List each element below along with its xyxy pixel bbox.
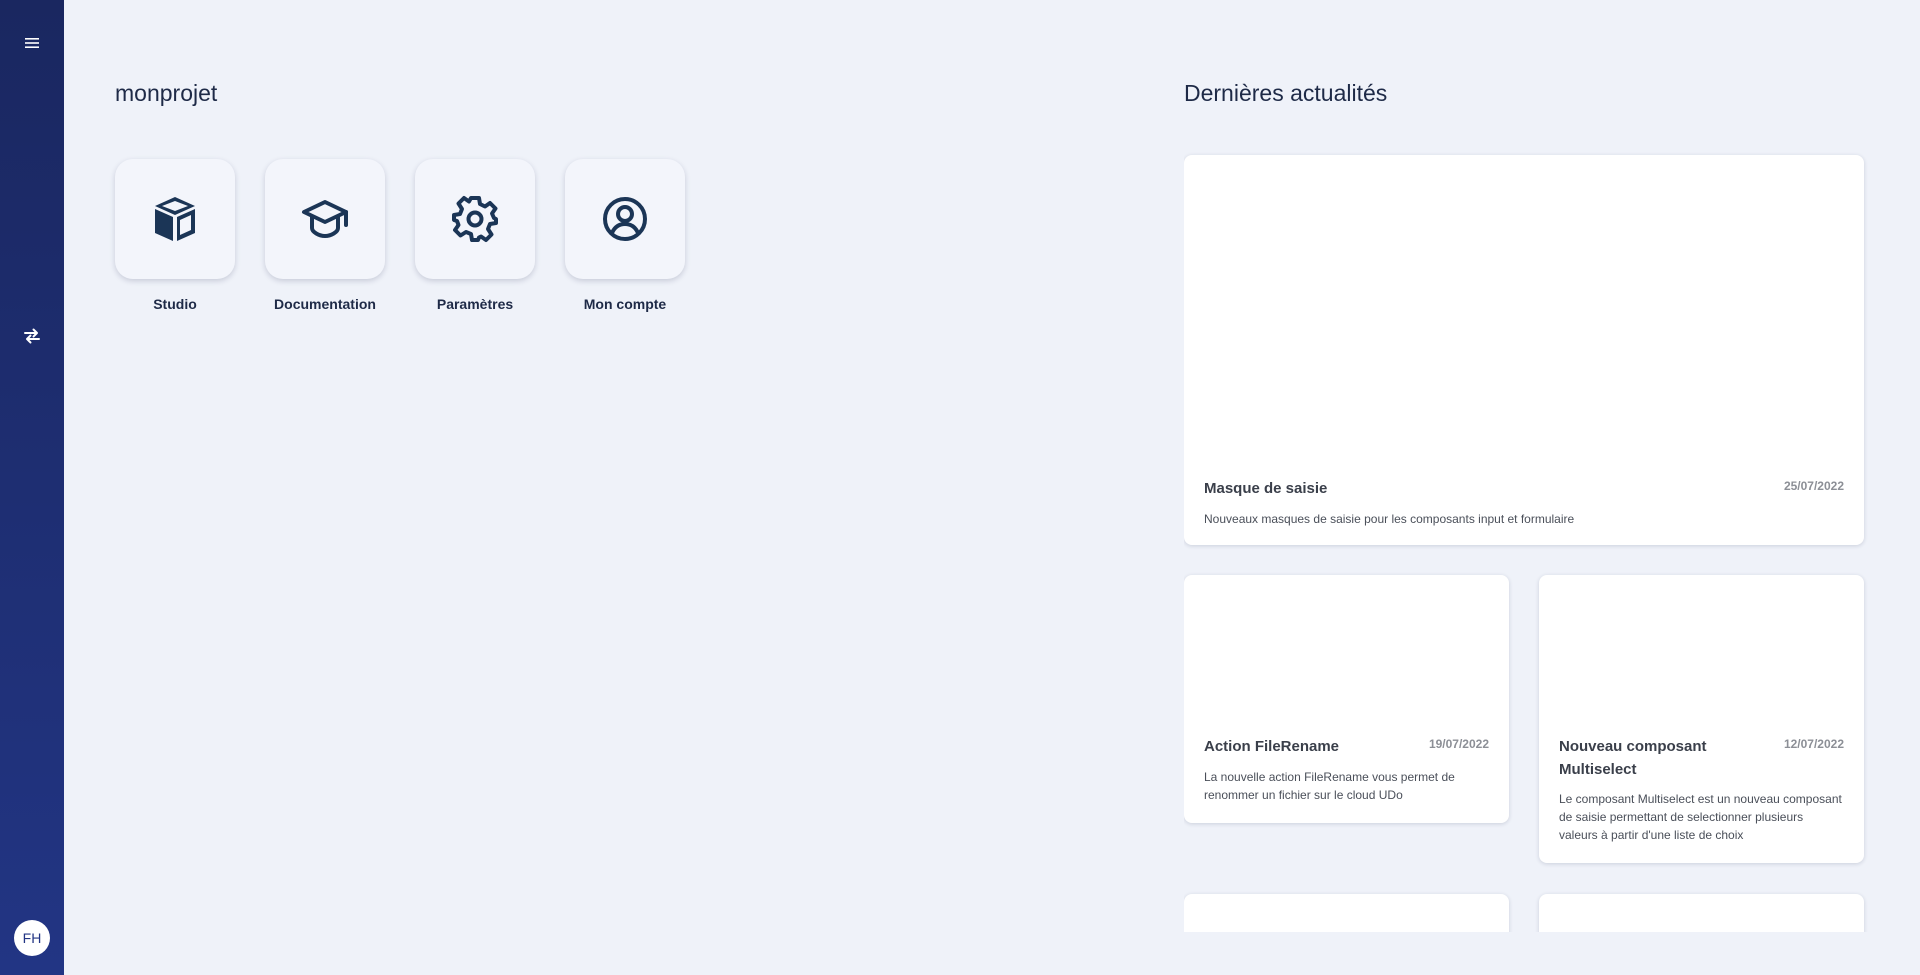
app-tile[interactable] xyxy=(565,159,685,279)
news-card-date: 19/07/2022 xyxy=(1428,737,1489,751)
news-card-date: 25/07/2022 xyxy=(1783,479,1844,493)
app-mon-compte[interactable]: Mon compte xyxy=(565,159,685,312)
avatar[interactable]: FH xyxy=(14,920,50,956)
news-card-title: Nouveau composant Multiselect xyxy=(1559,738,1707,778)
swap-arrows-icon xyxy=(24,328,40,344)
news-card[interactable]: Action FileRename 19/07/2022 La nouvelle… xyxy=(1184,575,1509,823)
app-documentation[interactable]: Documentation xyxy=(265,159,385,312)
menu-icon xyxy=(25,38,39,48)
app-tile[interactable] xyxy=(265,159,385,279)
sidebar: FH xyxy=(0,0,64,975)
app-label: Studio xyxy=(153,296,197,312)
user-circle-icon xyxy=(603,197,647,241)
news-card-title: Masque de saisie xyxy=(1204,480,1328,497)
page-title: monprojet xyxy=(115,80,218,106)
app-launcher: Studio Documentation Paramètres Mon comp… xyxy=(115,159,685,312)
news-card-date: 12/07/2022 xyxy=(1783,737,1844,751)
app-label: Mon compte xyxy=(583,296,667,312)
switch-project-button[interactable] xyxy=(16,320,48,352)
news-card-featured[interactable]: Masque de saisie 25/07/2022 Nouveaux mas… xyxy=(1184,155,1864,545)
app-parametres[interactable]: Paramètres xyxy=(415,159,535,312)
gear-icon xyxy=(452,196,498,242)
app-label: Paramètres xyxy=(436,296,514,312)
news-card-title: Action FileRename xyxy=(1204,738,1340,755)
news-card-description: Nouveaux masques de saisie pour les comp… xyxy=(1204,512,1575,526)
graduation-cap-icon xyxy=(302,200,348,238)
news-card[interactable] xyxy=(1184,894,1509,932)
cube-icon xyxy=(155,197,195,241)
news-list[interactable]: Masque de saisie 25/07/2022 Nouveaux mas… xyxy=(1184,150,1874,932)
news-card-description: La nouvelle action FileRename vous perme… xyxy=(1204,770,1455,802)
news-card-description: Le composant Multiselect est un nouveau … xyxy=(1559,792,1842,842)
news-heading: Dernières actualités xyxy=(1184,80,1388,106)
main-content: monprojet Studio Documentation Paramètre… xyxy=(64,0,1920,975)
news-card[interactable]: Nouveau composant Multiselect 12/07/2022… xyxy=(1539,575,1864,863)
news-card[interactable] xyxy=(1539,894,1864,932)
app-tile[interactable] xyxy=(115,159,235,279)
app-label: Documentation xyxy=(274,296,376,312)
menu-button[interactable] xyxy=(16,27,48,59)
app-studio[interactable]: Studio xyxy=(115,159,235,312)
app-tile[interactable] xyxy=(415,159,535,279)
